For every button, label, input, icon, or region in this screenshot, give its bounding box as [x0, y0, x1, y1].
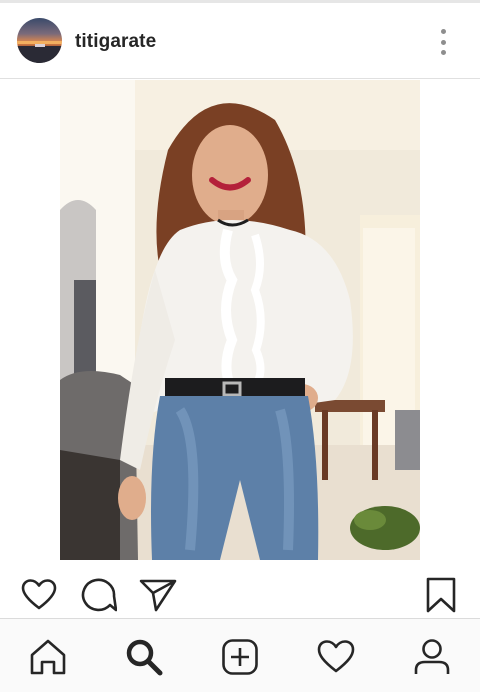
home-icon[interactable] [26, 635, 70, 679]
add-square-icon[interactable] [218, 635, 262, 679]
post-username[interactable]: titigarate [75, 31, 156, 53]
profile-avatar[interactable] [17, 18, 62, 63]
send-icon[interactable] [138, 575, 178, 615]
post-header: titigarate [0, 3, 480, 79]
activity-heart-icon[interactable] [314, 635, 358, 679]
heart-icon[interactable] [19, 575, 59, 615]
post-photo[interactable] [60, 80, 420, 560]
comment-icon[interactable] [79, 575, 119, 615]
more-options-icon[interactable] [430, 27, 456, 57]
bookmark-icon[interactable] [421, 575, 461, 615]
user-icon[interactable] [410, 635, 454, 679]
post-actions [0, 560, 480, 620]
bottom-navigation [0, 618, 480, 692]
search-icon[interactable] [122, 635, 166, 679]
